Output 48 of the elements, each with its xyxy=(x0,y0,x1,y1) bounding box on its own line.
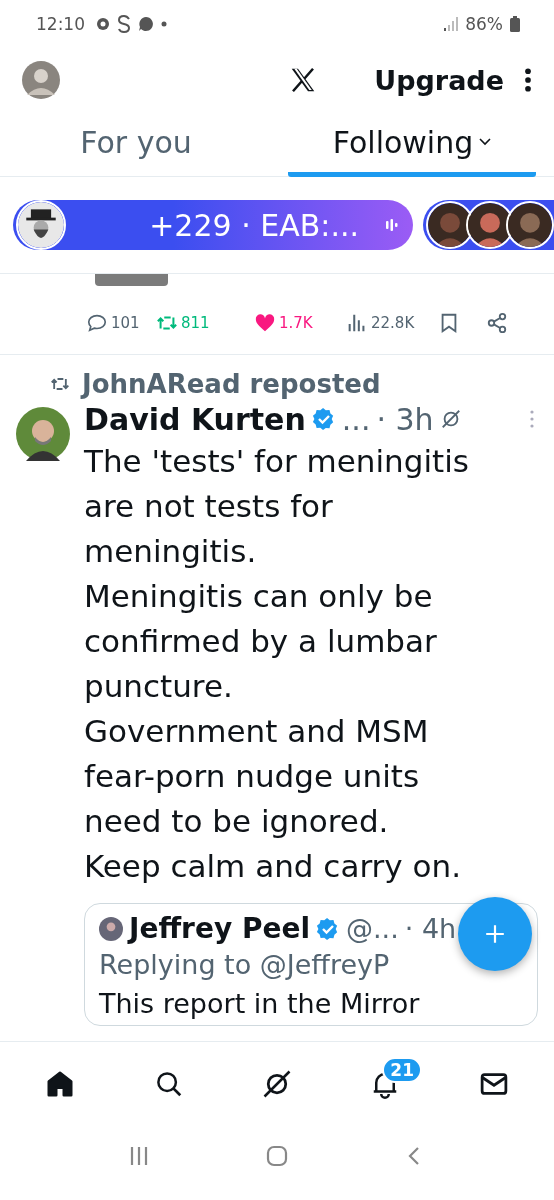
quoted-author-avatar xyxy=(99,916,123,941)
recents-icon[interactable] xyxy=(128,1145,150,1167)
heart-icon[interactable] xyxy=(254,312,276,334)
action-count: 22.8K xyxy=(371,314,415,332)
home-icon[interactable] xyxy=(45,1069,76,1099)
action-count: 811 xyxy=(181,314,210,332)
profile-avatar[interactable] xyxy=(22,61,60,99)
plus-icon xyxy=(484,923,506,945)
compose-button[interactable] xyxy=(458,897,532,971)
quoted-author-handle: @... xyxy=(346,913,399,944)
post-text: Meningitis can only be confirmed by a lumbar puncture. xyxy=(84,577,438,706)
quoted-author-name: Jeffrey Peel xyxy=(129,912,310,945)
post-text: Keep calm and carry on. xyxy=(84,847,462,886)
host-avatar xyxy=(16,200,66,250)
listener-avatar xyxy=(506,201,554,249)
feed-tab[interactable]: For you xyxy=(0,112,272,177)
more-icon[interactable] xyxy=(524,68,532,92)
reply-icon[interactable] xyxy=(86,312,108,334)
notification-badge: 21 xyxy=(382,1057,423,1083)
upgrade-button[interactable]: Upgrade xyxy=(374,64,504,96)
feed-tab[interactable]: Following xyxy=(288,112,536,177)
battery-percent: 86% xyxy=(465,14,503,34)
status-time: 12:10 xyxy=(36,14,85,34)
share-icon[interactable] xyxy=(486,312,508,334)
signal-icon xyxy=(444,17,459,31)
chat-icon xyxy=(138,16,154,32)
battery-icon xyxy=(510,16,520,32)
replying-to-label: Replying to @JeffreyP xyxy=(99,949,391,980)
grok-icon[interactable] xyxy=(261,1069,292,1099)
post-text: Government and MSM fear-porn nudge units need to be ignored. xyxy=(84,712,430,841)
quoted-post-text: This report in the Mirror xyxy=(99,988,421,1019)
dot-icon xyxy=(161,21,167,27)
audio-wave-icon xyxy=(385,218,399,232)
author-avatar[interactable] xyxy=(16,407,70,461)
live-space-bar[interactable]: +229 · EAB:... xyxy=(13,200,413,250)
action-count: 1.7K xyxy=(279,314,313,332)
grok-icon[interactable] xyxy=(439,408,462,430)
s-icon xyxy=(117,15,131,33)
action-count: 101 xyxy=(111,314,140,332)
chevron-down-icon[interactable] xyxy=(479,138,492,146)
post-time: · 3h xyxy=(376,401,434,437)
post-text: The 'tests' for meningitis are not tests for meningitis. xyxy=(84,442,470,571)
quoted-post-time: · 4h xyxy=(404,913,457,944)
reposted-by-label[interactable]: JohnARead reposted xyxy=(82,369,381,399)
live-space-bar[interactable] xyxy=(423,200,554,250)
home-button-icon[interactable] xyxy=(266,1145,288,1167)
author-name[interactable]: David Kurten xyxy=(84,401,306,437)
author-handle: ... xyxy=(341,401,371,437)
